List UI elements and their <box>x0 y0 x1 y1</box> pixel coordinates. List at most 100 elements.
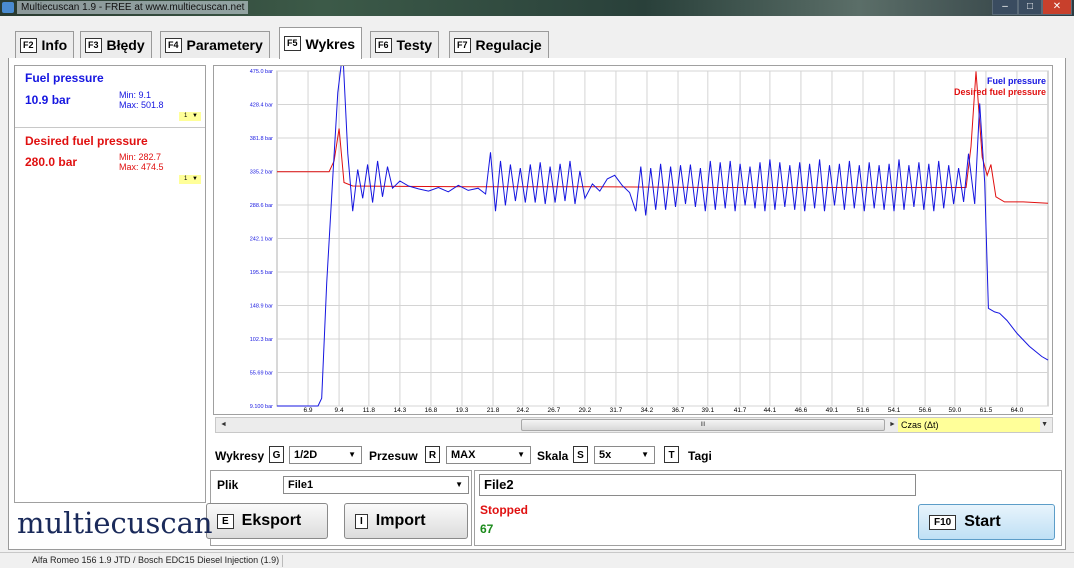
x-tick-label: 56.6 <box>919 407 932 414</box>
skala-key: S <box>573 446 588 463</box>
x-tick-label: 41.7 <box>734 407 747 414</box>
x-tick-label: 14.3 <box>394 407 407 414</box>
param-value: 10.9 bar <box>25 93 71 107</box>
legend-entry: Desired fuel pressure <box>954 87 1046 97</box>
y-tick-label: 9.100 bar <box>250 404 273 410</box>
i-key-icon: I <box>355 513 368 529</box>
x-tick-label: 36.7 <box>672 407 685 414</box>
scale-value: 1 <box>184 113 188 119</box>
import-button[interactable]: I Import <box>344 503 468 539</box>
x-tick-label: 16.8 <box>425 407 438 414</box>
chevron-down-icon: ▼ <box>455 480 463 489</box>
f6-key-icon: F6 <box>375 37 392 53</box>
y-tick-label: 381.8 bar <box>250 136 273 142</box>
chevron-down-icon: ▼ <box>348 450 356 459</box>
tab-label: Testy <box>396 37 433 53</box>
x-tick-label: 61.5 <box>980 407 993 414</box>
wykresy-label: Wykresy <box>215 449 265 463</box>
wykresy-value: 1/2D <box>294 449 318 461</box>
maximize-button[interactable]: □ <box>1018 0 1042 15</box>
tab-label: Regulacje <box>475 37 542 53</box>
y-tick-label: 195.5 bar <box>250 270 273 276</box>
x-tick-label: 39.1 <box>701 407 714 414</box>
status-state: Stopped <box>480 503 528 517</box>
x-tick-label: 64.0 <box>1011 407 1024 414</box>
time-axis-select[interactable]: Czas (Δt) <box>898 418 1040 432</box>
param-item-desired-fuel-pressure[interactable]: Desired fuel pressure 280.0 bar Min: 282… <box>15 128 205 190</box>
file-value: File1 <box>288 479 314 491</box>
y-tick-label: 288.6 bar <box>250 203 273 209</box>
close-button[interactable]: ✕ <box>1042 0 1072 15</box>
y-tick-label: 102.3 bar <box>250 337 273 343</box>
app-icon <box>2 2 14 13</box>
tab-regulacje[interactable]: F7 Regulacje <box>449 31 549 58</box>
f2-key-icon: F2 <box>20 37 37 53</box>
import-label: Import <box>375 512 426 529</box>
line-chart: 9.100 bar 55.69 bar 102.3 bar 148.9 bar 195.… <box>250 51 1049 414</box>
param-name: Fuel pressure <box>25 71 104 85</box>
x-tick-label: 6.9 <box>304 407 313 414</box>
window-title-bar: Multiecuscan 1.9 - FREE at www.multiecus… <box>0 0 1074 16</box>
scroll-left-icon[interactable]: ◄ <box>220 421 227 428</box>
vehicle-info: Alfa Romeo 156 1.9 JTD / Bosch EDC15 Die… <box>32 555 280 565</box>
y-tick-label: 428.4 bar <box>250 103 273 109</box>
start-button[interactable]: F10 Start <box>918 504 1055 540</box>
e-key-icon: E <box>217 513 234 529</box>
y-tick-label: 148.9 bar <box>250 304 273 310</box>
x-tick-label: 11.8 <box>363 407 376 414</box>
export-button[interactable]: E Eksport <box>206 503 328 539</box>
x-tick-label: 26.7 <box>548 407 561 414</box>
y-tick-label: 475.0 bar <box>250 69 273 75</box>
wykresy-select[interactable]: 1/2D ▼ <box>289 446 362 464</box>
skala-label: Skala <box>537 449 569 463</box>
scale-value: 1 <box>184 176 188 182</box>
chart-legend: Fuel pressureDesired fuel pressure <box>954 76 1046 97</box>
tab-parametery[interactable]: F4 Parametery <box>160 31 270 58</box>
tab-label: Parametery <box>186 37 263 53</box>
chart-grid <box>276 70 1049 407</box>
x-tick-label: 24.2 <box>516 407 529 414</box>
scroll-thumb[interactable]: III <box>521 419 885 431</box>
x-tick-label: 21.8 <box>487 407 500 414</box>
minimize-button[interactable]: – <box>992 0 1018 15</box>
tagi-label[interactable]: Tagi <box>688 449 712 463</box>
param-item-fuel-pressure[interactable]: Fuel pressure 10.9 bar Min: 9.1 Max: 501… <box>15 66 205 128</box>
param-scale-dropdown[interactable]: 1 ▼ <box>179 112 201 121</box>
f7-key-icon: F7 <box>454 37 471 53</box>
param-max: Max: 474.5 <box>119 162 164 172</box>
skala-select[interactable]: 5x ▼ <box>594 446 655 464</box>
f10-key-icon: F10 <box>929 514 957 530</box>
multiecuscan-logo: multiecuscan <box>17 506 213 540</box>
y-tick-label: 335.2 bar <box>250 170 273 176</box>
tab-wykres[interactable]: F5 Wykres <box>279 27 363 59</box>
tab-info[interactable]: F2 Info <box>15 31 75 58</box>
file-select[interactable]: File1 ▼ <box>283 476 469 494</box>
chevron-down-icon: ▼ <box>192 176 198 182</box>
file-name-input[interactable]: File2 <box>479 474 916 496</box>
f5-key-icon: F5 <box>284 36 301 51</box>
status-count: 67 <box>480 522 494 536</box>
tab-bledy[interactable]: F3 Błędy <box>80 31 152 58</box>
param-min: Min: 9.1 <box>119 90 152 100</box>
scroll-right-icon[interactable]: ► <box>889 421 896 428</box>
tagi-key[interactable]: T <box>664 446 679 463</box>
plik-label: Plik <box>217 478 239 492</box>
przesuw-select[interactable]: MAX ▼ <box>446 446 531 464</box>
param-name: Desired fuel pressure <box>25 134 148 148</box>
tab-testy[interactable]: F6 Testy <box>370 31 440 58</box>
f3-key-icon: F3 <box>85 37 102 53</box>
y-tick-label: 55.69 bar <box>250 371 273 377</box>
status-panel: File2 Stopped 67 F10 Start <box>474 470 1062 546</box>
param-scale-dropdown[interactable]: 1 ▼ <box>179 175 201 184</box>
x-tick-label: 54.1 <box>888 407 901 414</box>
window-title: Multiecuscan 1.9 - FREE at www.multiecus… <box>17 1 249 14</box>
legend-entry: Fuel pressure <box>987 76 1046 86</box>
y-tick-label: 242.1 bar <box>250 237 273 243</box>
chart-area[interactable]: 9.100 bar 55.69 bar 102.3 bar 148.9 bar 195.… <box>213 51 1053 415</box>
start-label: Start <box>964 513 1001 530</box>
x-axis-ticks: 6.9 9.4 11.8 14.3 16.8 19.3 21.8 24.2 26.7 29.2 31… <box>304 407 1024 414</box>
tab-label: Wykres <box>305 35 356 52</box>
x-tick-label: 29.2 <box>579 407 592 414</box>
x-tick-label: 51.6 <box>857 407 870 414</box>
chevron-down-icon[interactable]: ▼ <box>1041 421 1048 428</box>
